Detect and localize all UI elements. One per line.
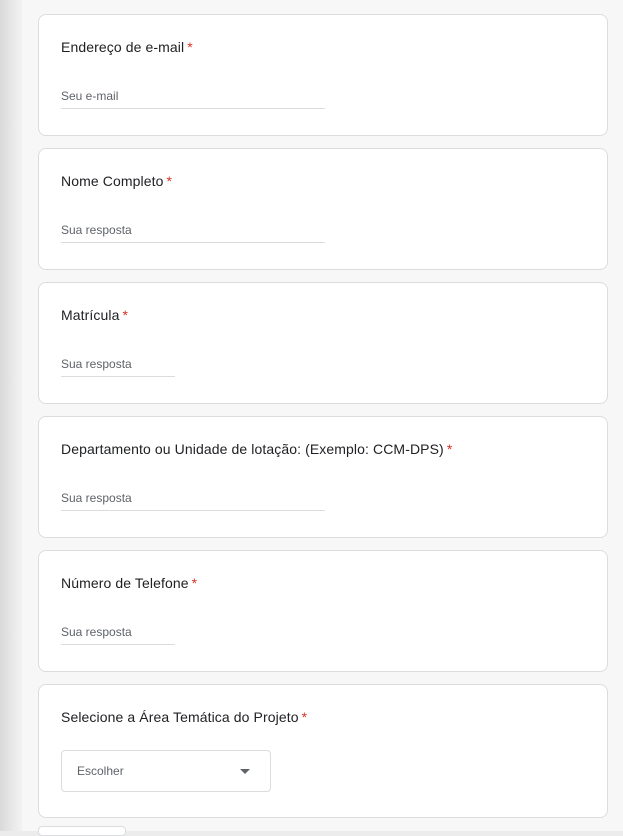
question-title: Nome Completo * — [61, 173, 172, 189]
email-input[interactable]: Seu e-mail — [61, 87, 325, 109]
question-title: Selecione a Área Temática do Projeto * — [61, 709, 307, 725]
question-title: Departamento ou Unidade de lotação: (Exe… — [61, 441, 452, 457]
required-asterisk: * — [166, 173, 173, 189]
question-title: Número de Telefone * — [61, 575, 197, 591]
department-input[interactable]: Sua resposta — [61, 489, 325, 511]
phone-placeholder: Sua resposta — [61, 625, 132, 639]
question-title-text: Matrícula — [61, 307, 120, 323]
required-asterisk: * — [191, 575, 198, 591]
question-title: Endereço de e-mail * — [61, 39, 193, 55]
full-name-input[interactable]: Sua resposta — [61, 221, 325, 243]
question-title-text: Selecione a Área Temática do Projeto — [61, 709, 299, 725]
window-edge-shadow — [0, 0, 22, 831]
department-placeholder: Sua resposta — [61, 491, 132, 505]
full-name-placeholder: Sua resposta — [61, 223, 132, 237]
question-card-phone: Número de Telefone * Sua resposta — [38, 550, 608, 672]
required-asterisk: * — [187, 39, 193, 55]
select-value: Escolher — [77, 764, 124, 778]
registration-input[interactable]: Sua resposta — [61, 355, 175, 377]
question-title-text: Nome Completo — [61, 173, 164, 189]
question-title-text: Endereço de e-mail — [61, 39, 185, 55]
question-card-department: Departamento ou Unidade de lotação: (Exe… — [38, 416, 608, 538]
form-canvas: Endereço de e-mail * Seu e-mail Nome Comp… — [22, 0, 623, 836]
next-card-edge — [38, 826, 126, 836]
registration-placeholder: Sua resposta — [61, 357, 132, 371]
required-asterisk: * — [446, 441, 453, 457]
question-card-email: Endereço de e-mail * Seu e-mail — [38, 14, 608, 136]
question-card-full-name: Nome Completo * Sua resposta — [38, 148, 608, 270]
question-card-thematic-area: Selecione a Área Temática do Projeto * Es… — [38, 684, 608, 818]
question-title-text: Departamento ou Unidade de lotação: (Exe… — [61, 441, 444, 457]
required-asterisk: * — [301, 709, 308, 725]
caret-down-icon — [240, 769, 250, 774]
question-card-registration: Matrícula * Sua resposta — [38, 282, 608, 404]
required-asterisk: * — [122, 307, 129, 323]
email-placeholder: Seu e-mail — [61, 89, 119, 103]
phone-input[interactable]: Sua resposta — [61, 623, 175, 645]
thematic-area-select[interactable]: Escolher — [61, 750, 271, 792]
question-title-text: Número de Telefone — [61, 575, 189, 591]
question-title: Matrícula * — [61, 307, 128, 323]
